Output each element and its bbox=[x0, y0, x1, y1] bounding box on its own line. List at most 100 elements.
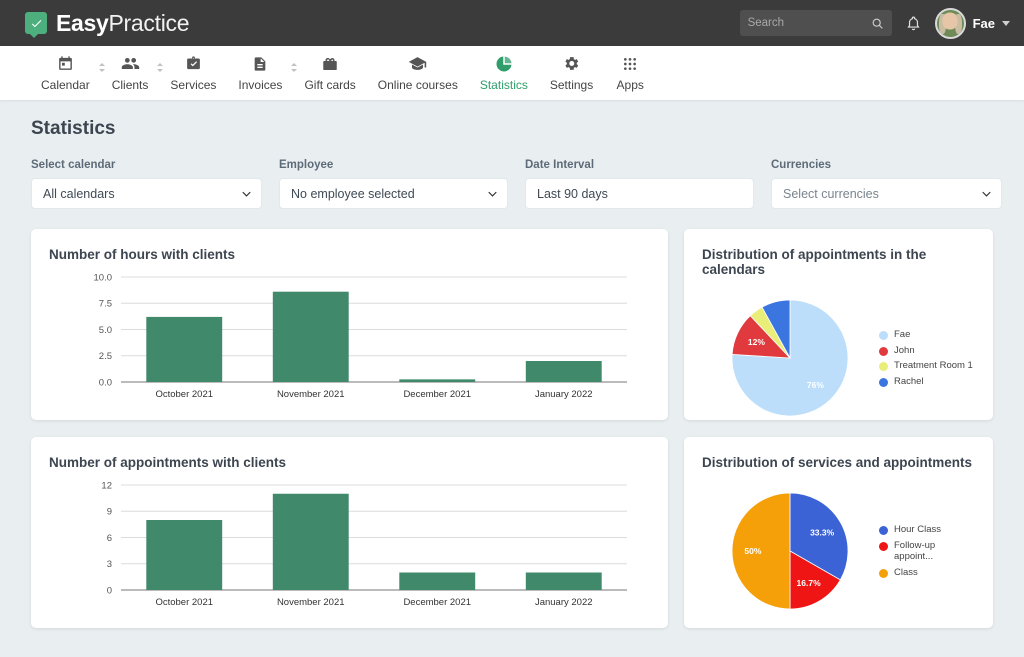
x-axis-tick-label: November 2021 bbox=[277, 597, 345, 608]
card-title-appointments: Number of appointments with clients bbox=[49, 455, 287, 470]
filter-label-employee: Employee bbox=[279, 159, 334, 171]
legend-item[interactable]: Treatment Room 1 bbox=[879, 360, 973, 372]
y-axis-tick-label: 0 bbox=[107, 585, 112, 596]
card-appointments-with-clients: Number of appointments with clients 0 3 6 9… bbox=[31, 437, 668, 628]
bar[interactable] bbox=[399, 572, 476, 591]
chevron-down-icon bbox=[982, 191, 991, 197]
y-axis-tick-label: 5.0 bbox=[99, 325, 112, 336]
legend-label: Treatment Room 1 bbox=[894, 360, 973, 371]
employee-value: No employee selected bbox=[291, 186, 415, 201]
bar[interactable] bbox=[525, 572, 602, 591]
x-axis-tick-label: January 2022 bbox=[535, 597, 593, 608]
bar[interactable] bbox=[146, 520, 223, 590]
chevron-down-icon bbox=[1002, 20, 1010, 26]
filter-bar: Select calendar All calendars Employee N… bbox=[31, 159, 1002, 209]
card-hours-with-clients: Number of hours with clients 0.0 2.5 5.0 7.… bbox=[31, 229, 668, 420]
legend-color-swatch bbox=[879, 541, 888, 551]
bar[interactable] bbox=[399, 379, 476, 382]
x-axis-tick-label: October 2021 bbox=[155, 389, 213, 400]
left-column: Number of hours with clients 0.0 2.5 5.0 7.… bbox=[31, 229, 668, 645]
legend-item[interactable]: John bbox=[879, 345, 973, 357]
currencies-value: Select currencies bbox=[783, 186, 879, 201]
date-interval-value: Last 90 days bbox=[537, 186, 608, 201]
legend-label: Hour Class bbox=[894, 524, 941, 535]
top-bar-right: Fae bbox=[739, 0, 1010, 46]
filter-label-currencies: Currencies bbox=[771, 159, 832, 171]
bar[interactable] bbox=[272, 493, 349, 590]
app-logo[interactable]: EasyPractice bbox=[25, 9, 190, 38]
y-axis-tick-label: 7.5 bbox=[99, 299, 112, 310]
legend-item[interactable]: Hour Class bbox=[879, 524, 974, 536]
nav-item-services[interactable]: Services bbox=[159, 54, 227, 92]
search-box[interactable] bbox=[739, 10, 892, 36]
nav-item-online-courses[interactable]: Online courses bbox=[367, 54, 469, 92]
bar[interactable] bbox=[272, 291, 349, 382]
nav-item-clients[interactable]: Clients bbox=[101, 54, 164, 92]
legend-item[interactable]: Class bbox=[879, 567, 974, 579]
legend-label: Class bbox=[894, 566, 918, 578]
card-title-hours: Number of hours with clients bbox=[49, 247, 236, 262]
legend-color-swatch bbox=[879, 331, 888, 340]
legend-label: John bbox=[894, 344, 915, 356]
currencies-dropdown[interactable]: Select currencies bbox=[771, 178, 1002, 209]
calendars-pie-legend: Fae John Treatment Room 1 Rachel bbox=[877, 329, 973, 387]
bar[interactable] bbox=[525, 361, 602, 382]
calendars-pie-svg: 76% 12% bbox=[731, 299, 848, 417]
search-input[interactable] bbox=[747, 17, 868, 29]
people-icon bbox=[121, 54, 140, 73]
briefcase-check-icon bbox=[185, 54, 202, 73]
nav-label-invoices: Invoices bbox=[238, 78, 283, 92]
search-icon bbox=[872, 18, 883, 29]
card-title-services-pie: Distribution of services and appointment… bbox=[702, 455, 973, 470]
dashboard-grid: Number of hours with clients 0.0 2.5 5.0 7.… bbox=[31, 229, 993, 645]
chevron-down-icon bbox=[488, 191, 497, 197]
top-bar: EasyPractice Fae bbox=[0, 0, 1024, 46]
filter-label-select-calendar: Select calendar bbox=[31, 159, 116, 171]
notification-bell-icon[interactable] bbox=[905, 14, 922, 33]
nav-item-apps[interactable]: Apps bbox=[604, 54, 656, 92]
calendar-icon bbox=[57, 54, 74, 73]
legend-item[interactable]: Fae bbox=[879, 329, 973, 341]
chevron-down-icon bbox=[242, 191, 251, 197]
legend-color-swatch bbox=[879, 362, 888, 371]
check-badge-icon bbox=[25, 12, 47, 38]
y-axis-tick-label: 6 bbox=[107, 533, 112, 544]
user-menu[interactable]: Fae bbox=[934, 7, 1010, 39]
legend-label: Fae bbox=[894, 329, 911, 340]
y-axis-tick-label: 12 bbox=[101, 480, 112, 491]
nav-label-calendar: Calendar bbox=[41, 78, 90, 92]
nav-item-calendar[interactable]: Calendar bbox=[30, 54, 105, 92]
nav-label-services: Services bbox=[170, 78, 217, 92]
logo-light: Practice bbox=[108, 9, 190, 36]
select-calendar-value: All calendars bbox=[43, 186, 115, 201]
y-axis-tick-label: 9 bbox=[107, 507, 112, 518]
legend-label: Rachel bbox=[894, 375, 924, 387]
y-axis-tick-label: 10.0 bbox=[94, 272, 113, 283]
hours-bar-chart: 0.0 2.5 5.0 7.5 10.0 October 2021 November 202… bbox=[49, 268, 650, 420]
pie-slice-label: 33.3% bbox=[810, 527, 835, 537]
employee-dropdown[interactable]: No employee selected bbox=[279, 178, 508, 209]
services-pie-legend: Hour Class Follow-up appoint... Class bbox=[877, 524, 974, 578]
bar[interactable] bbox=[146, 316, 223, 382]
date-interval-input[interactable]: Last 90 days bbox=[525, 178, 754, 209]
nav-item-invoices[interactable]: Invoices bbox=[227, 54, 298, 92]
legend-color-swatch bbox=[879, 377, 888, 387]
card-services-distribution: Distribution of services and appointment… bbox=[684, 437, 993, 628]
graduation-cap-icon bbox=[408, 54, 427, 73]
legend-item[interactable]: Follow-up appoint... bbox=[879, 540, 974, 563]
legend-item[interactable]: Rachel bbox=[879, 376, 973, 388]
card-calendars-distribution: Distribution of appointments in the cale… bbox=[684, 229, 993, 420]
legend-label: Follow-up appoint... bbox=[894, 539, 936, 563]
gift-card-icon bbox=[321, 54, 339, 73]
calendars-pie-holder: 76% 12% bbox=[702, 295, 877, 421]
nav-item-settings[interactable]: Settings bbox=[539, 54, 604, 92]
nav-item-gift-cards[interactable]: Gift cards bbox=[293, 54, 366, 92]
nav-item-statistics[interactable]: Statistics bbox=[469, 54, 539, 92]
filter-currencies: Currencies Select currencies bbox=[771, 159, 1002, 209]
x-axis-tick-label: December 2021 bbox=[403, 597, 471, 608]
x-axis-tick-label: December 2021 bbox=[403, 389, 471, 400]
x-axis-tick-label: November 2021 bbox=[277, 389, 345, 400]
filter-date-interval: Date Interval Last 90 days bbox=[525, 159, 754, 209]
select-calendar-dropdown[interactable]: All calendars bbox=[31, 178, 262, 209]
avatar bbox=[934, 7, 966, 39]
